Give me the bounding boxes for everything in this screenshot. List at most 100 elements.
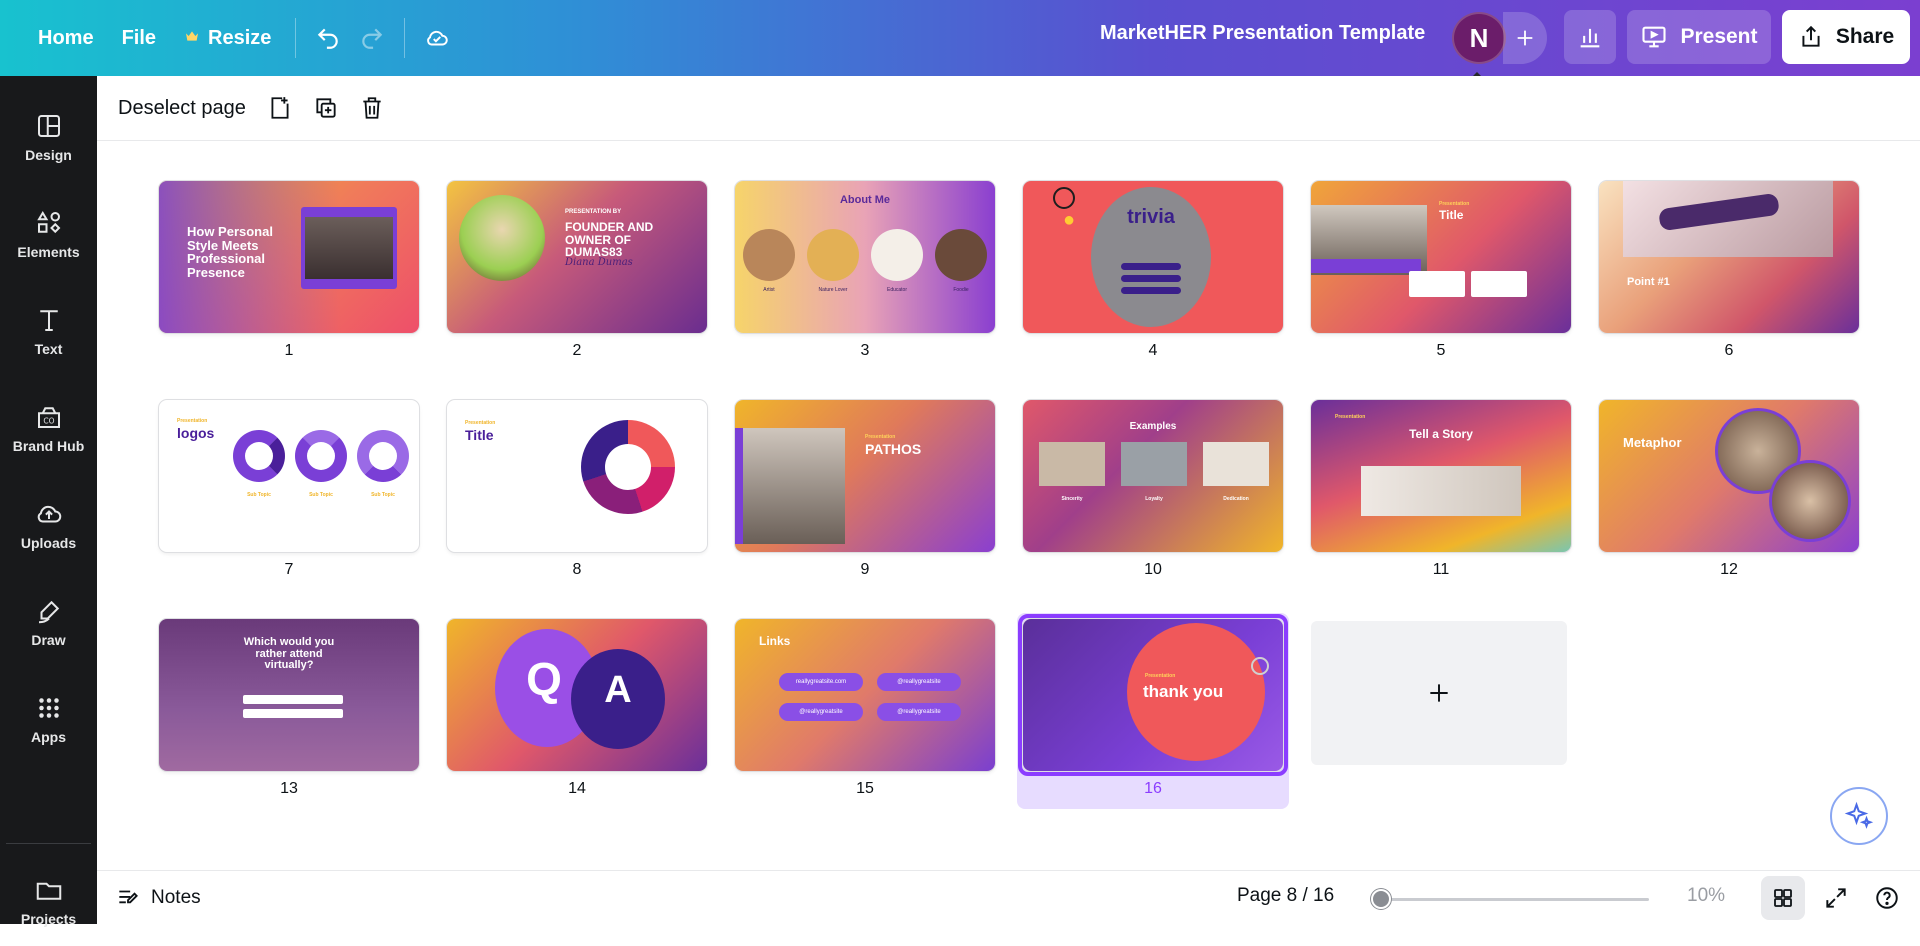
- cloud-upload-icon: [37, 505, 61, 523]
- slide-caption: Dedication: [1223, 496, 1249, 502]
- slide-title: How Personal Style Meets Professional Pr…: [187, 224, 273, 280]
- page-number: 13: [280, 780, 298, 797]
- page-thumbnail-14[interactable]: Q A 14: [447, 619, 707, 797]
- sidebar-item-draw[interactable]: Draw: [0, 577, 97, 667]
- page-indicator[interactable]: Page 8 / 16: [1237, 885, 1334, 907]
- redo-button[interactable]: [350, 16, 394, 60]
- sidebar-item-elements[interactable]: Elements: [0, 189, 97, 279]
- page-thumbnail-9[interactable]: Presentation PATHOS 9: [735, 400, 995, 578]
- top-bar-left: Home File Resize: [16, 16, 459, 64]
- notes-label: Notes: [151, 887, 201, 908]
- home-button[interactable]: Home: [16, 16, 108, 64]
- page-number: 4: [1148, 342, 1158, 359]
- sidebar-item-design[interactable]: Design: [0, 92, 97, 182]
- slide-preview: How Personal Style Meets Professional Pr…: [159, 181, 419, 333]
- sidebar-item-label: Elements: [17, 244, 80, 260]
- slide-preview: Which would you rather attend virtually?: [159, 619, 419, 771]
- help-icon: [1876, 887, 1898, 909]
- sidebar-item-label: Projects: [20, 911, 77, 927]
- help-button[interactable]: [1871, 882, 1903, 914]
- slide-title: Point #1: [1627, 276, 1670, 288]
- page-thumbnail-6[interactable]: Point #1 6: [1599, 181, 1859, 359]
- slide-caption: Sincerity: [1061, 496, 1083, 502]
- add-new-page-tile[interactable]: [1311, 621, 1567, 765]
- slide-title: FOUNDER AND OWNER OF DUMAS83: [565, 220, 654, 260]
- fullscreen-button[interactable]: [1820, 882, 1852, 914]
- avatar[interactable]: N: [1452, 12, 1506, 64]
- slide-kicker: Presentation: [177, 418, 208, 424]
- resize-button[interactable]: Resize: [170, 16, 285, 60]
- slide-preview: Presentation Title: [1311, 181, 1571, 333]
- top-bar: Home File Resize MarketHER Presentation …: [0, 0, 1920, 76]
- slide-title: trivia: [1127, 206, 1175, 228]
- slide-title: Tell a Story: [1409, 427, 1473, 441]
- insights-button[interactable]: [1564, 10, 1616, 64]
- undo-button[interactable]: [306, 16, 350, 60]
- add-collaborator-button[interactable]: [1503, 12, 1547, 64]
- apps-grid-icon: [38, 698, 59, 718]
- slide-caption: Sub Topic: [309, 492, 333, 498]
- sidebar-item-apps[interactable]: Apps: [0, 674, 97, 764]
- sidebar-item-brand-hub[interactable]: CO Brand Hub: [0, 383, 97, 473]
- page-thumbnail-15[interactable]: Links reallygreatsite.com @reallygreatsi…: [735, 619, 995, 797]
- slide-title: Examples: [1129, 421, 1177, 432]
- page-thumbnail-5[interactable]: Presentation Title 5: [1311, 181, 1571, 359]
- file-menu-button[interactable]: File: [108, 16, 170, 60]
- page-thumbnail-1[interactable]: How Personal Style Meets Professional Pr…: [159, 181, 419, 359]
- sidebar-item-projects[interactable]: Projects: [0, 856, 97, 946]
- page-number: 3: [860, 342, 870, 359]
- page-thumbnail-12[interactable]: Metaphor 12: [1599, 400, 1859, 578]
- bottom-bar: Notes Page 8 / 16 10%: [97, 870, 1920, 924]
- grid-icon: [1774, 889, 1792, 907]
- zoom-slider-handle[interactable]: [1371, 889, 1391, 909]
- share-label: Share: [1835, 25, 1895, 48]
- page-thumbnail-3[interactable]: About Me Artist Nature Lover Educator Fo…: [735, 181, 995, 359]
- deselect-page-button[interactable]: Deselect page: [118, 97, 246, 120]
- slide-link: @reallygreatsite: [779, 703, 863, 721]
- slide-title: PATHOS: [865, 441, 922, 457]
- sidebar-item-label: Uploads: [20, 535, 77, 551]
- slide-caption: Loyalty: [1145, 496, 1163, 502]
- slide-caption: Educator: [886, 287, 907, 293]
- slide-title: About Me: [839, 194, 891, 206]
- zoom-slider-track[interactable]: [1379, 898, 1649, 901]
- slide-preview: PRESENTATION BY FOUNDER AND OWNER OF DUM…: [447, 181, 707, 333]
- notes-button[interactable]: Notes: [115, 885, 201, 911]
- file-label: File: [121, 26, 157, 49]
- page-number: 9: [860, 561, 870, 578]
- page-thumbnail-4[interactable]: trivia ● 4: [1023, 181, 1283, 359]
- sidebar-item-text[interactable]: Text: [0, 286, 97, 376]
- page-number: 7: [284, 561, 294, 578]
- page-number: 15: [856, 780, 874, 797]
- toolbar-divider: [295, 18, 297, 58]
- left-sidebar: Design Elements Text CO Brand Hub Upload…: [0, 76, 97, 927]
- sidebar-item-uploads[interactable]: Uploads: [0, 480, 97, 570]
- grid-view-button[interactable]: [1761, 876, 1805, 920]
- delete-page-button[interactable]: [352, 88, 392, 128]
- resize-label: Resize: [208, 26, 272, 49]
- page-thumbnail-13[interactable]: Which would you rather attend virtually?…: [159, 619, 419, 797]
- share-button[interactable]: Share: [1782, 10, 1910, 64]
- page-toolbar: Deselect page: [97, 76, 1920, 140]
- page-thumbnail-10[interactable]: Examples Sincerity Loyalty Dedication 10: [1023, 400, 1283, 578]
- zoom-level[interactable]: 10%: [1687, 885, 1725, 907]
- page-number: 5: [1436, 342, 1446, 359]
- trash-icon: [363, 97, 381, 119]
- page-thumbnail-8[interactable]: Presentation Title 8: [447, 400, 707, 578]
- page-grid: How Personal Style Meets Professional Pr…: [97, 140, 1920, 870]
- add-page-button[interactable]: [260, 88, 300, 128]
- page-number: 16: [1144, 780, 1162, 797]
- present-button[interactable]: Present: [1627, 10, 1771, 64]
- selected-page-outline: [1018, 614, 1288, 776]
- magic-assistant-button[interactable]: [1830, 787, 1888, 845]
- page-thumbnail-11[interactable]: Presentation Tell a Story 11: [1311, 400, 1571, 578]
- page-number: 12: [1720, 561, 1738, 578]
- cloud-saved-icon[interactable]: [415, 16, 459, 60]
- document-title[interactable]: MarketHER Presentation Template: [1100, 22, 1425, 45]
- duplicate-page-button[interactable]: [306, 88, 346, 128]
- page-thumbnail-7[interactable]: Presentation logos Sub Topic Sub Topic S…: [159, 400, 419, 578]
- slide-title: logos: [177, 425, 215, 441]
- page-thumbnail-2[interactable]: PRESENTATION BY FOUNDER AND OWNER OF DUM…: [447, 181, 707, 359]
- plus-icon: [1430, 684, 1448, 702]
- sidebar-item-label: Draw: [31, 632, 66, 648]
